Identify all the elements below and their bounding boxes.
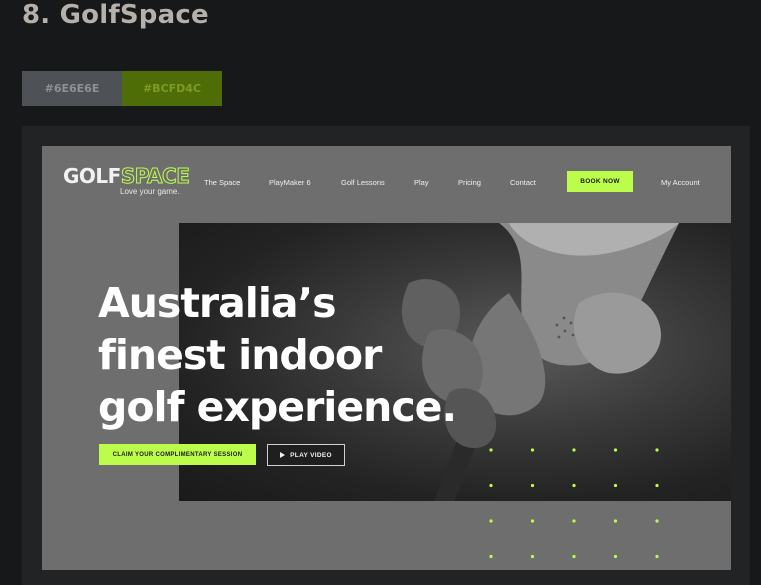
grid-dot [613, 554, 618, 559]
nav-contact[interactable]: Contact [510, 178, 536, 187]
logo-tagline: Love your game. [120, 187, 180, 196]
book-now-button[interactable]: BOOK NOW [567, 171, 633, 192]
nav-golf-lessons[interactable]: Golf Lessons [341, 178, 385, 187]
nav-playmaker[interactable]: PlayMaker 6 [269, 178, 311, 187]
color-swatches: #6E6E6E #BCFD4C [22, 71, 222, 106]
hero-line-1: Australia’s [98, 279, 337, 327]
play-video-button[interactable]: PLAY VIDEO [267, 444, 345, 466]
grid-dot [489, 554, 493, 559]
logo-golf: GOLF [63, 164, 121, 188]
logo-space: SPACE [120, 164, 190, 188]
grid-dot [530, 554, 535, 559]
page-heading: 8. GolfSpace [22, 0, 209, 30]
grid-dot [572, 554, 576, 559]
website-preview: GOLFSPACE Love your game. The Space Play… [42, 146, 731, 570]
swatch-gray: #6E6E6E [22, 71, 122, 106]
nav-play[interactable]: Play [414, 178, 429, 187]
nav-my-account[interactable]: My Account [661, 178, 700, 187]
grid-dot [489, 519, 493, 523]
play-icon [280, 452, 286, 458]
play-video-label: PLAY VIDEO [290, 451, 332, 459]
nav-pricing[interactable]: Pricing [458, 178, 481, 187]
swatch-green: #BCFD4C [122, 71, 222, 106]
grid-dot [530, 519, 535, 523]
grid-dot [655, 519, 659, 523]
grid-dot [613, 519, 618, 523]
hero-line-2: finest indoor [98, 331, 382, 379]
grid-dot [655, 554, 659, 559]
hero-line-3: golf experience. [98, 383, 457, 431]
hero-headline: Australia’s finest indoor golf experienc… [98, 277, 457, 433]
logo-wordmark: GOLFSPACE [63, 164, 190, 188]
nav-the-space[interactable]: The Space [204, 178, 240, 187]
golfspace-logo[interactable]: GOLFSPACE Love your game. [63, 164, 190, 197]
claim-session-button[interactable]: CLAIM YOUR COMPLIMENTARY SESSION [99, 444, 256, 465]
grid-dot [572, 519, 576, 523]
